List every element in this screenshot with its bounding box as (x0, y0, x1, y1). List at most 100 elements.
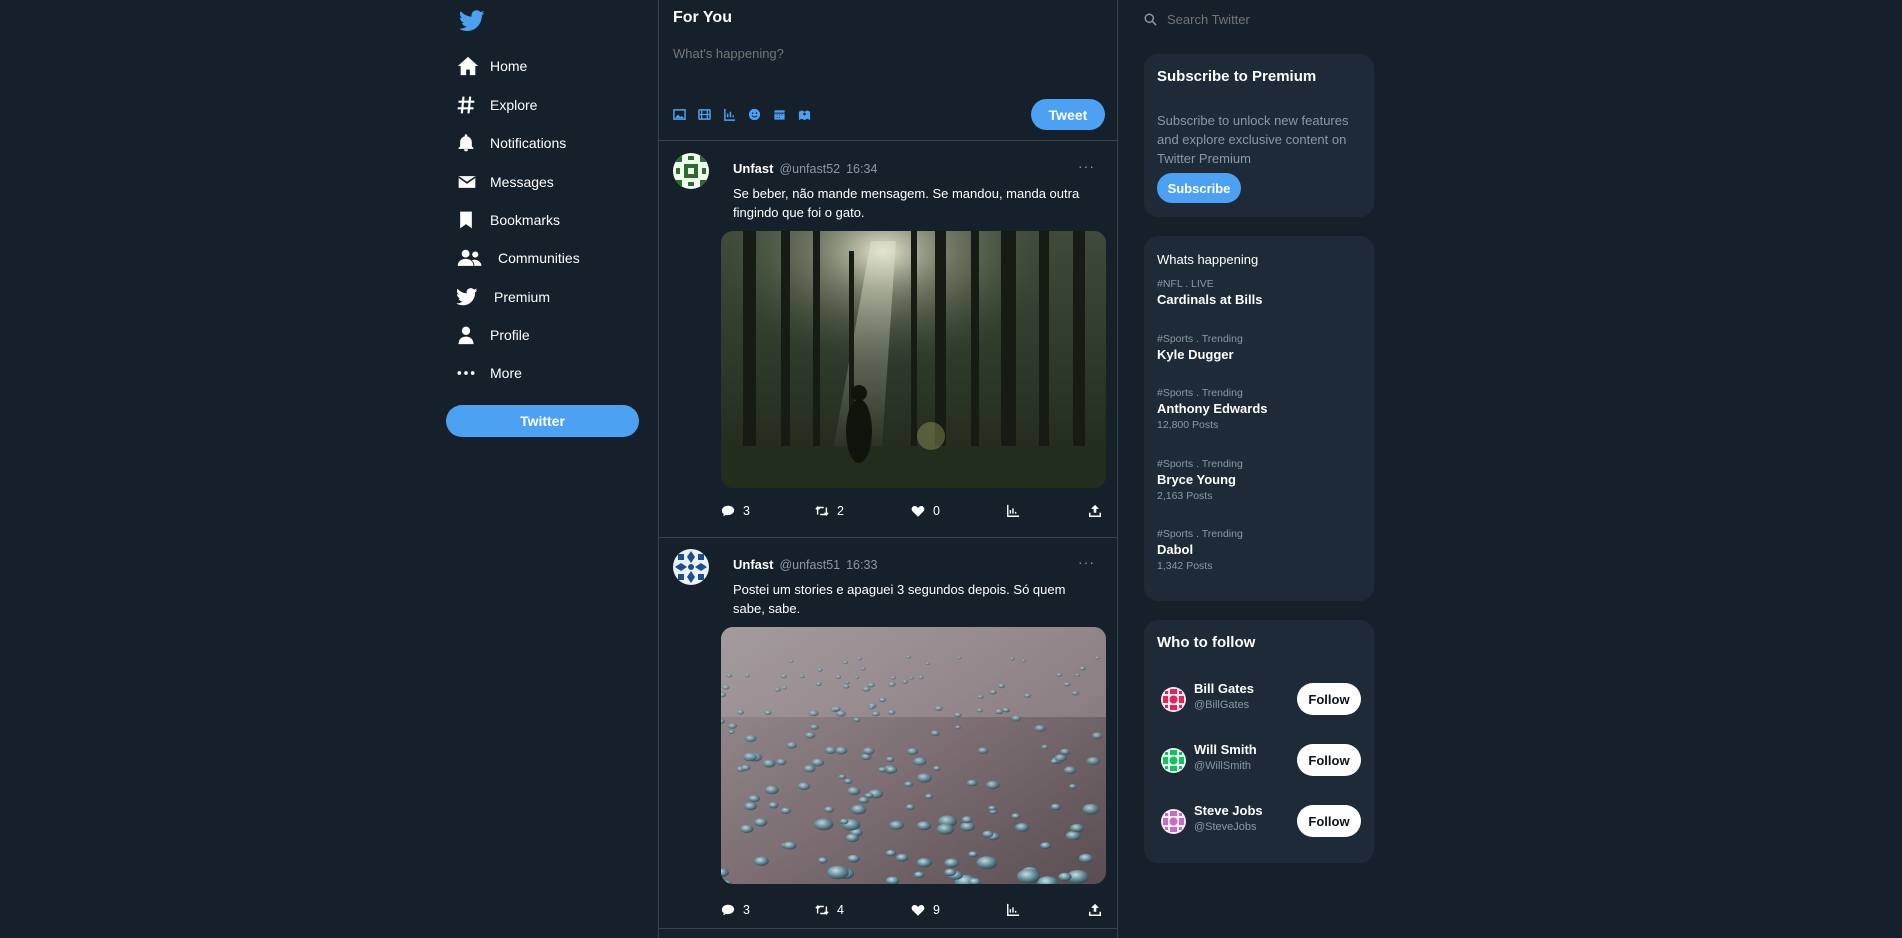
analytics-button[interactable] (1006, 504, 1020, 518)
water-droplets-photo[interactable] (721, 627, 1106, 884)
tweet-more-button[interactable]: ··· (1078, 554, 1095, 570)
retweet-button[interactable]: 4 (815, 903, 844, 917)
trend-item[interactable]: #Sports . Trending Kyle Dugger (1157, 333, 1243, 362)
tweet-button[interactable]: Tweet (1031, 99, 1105, 130)
follow-button[interactable]: Follow (1297, 683, 1361, 715)
reply-button[interactable]: 3 (721, 903, 750, 917)
emoji-icon[interactable] (748, 108, 761, 121)
twitter-logo-icon[interactable] (459, 10, 485, 32)
trend-category: #NFL . LIVE (1157, 278, 1214, 290)
share-button[interactable] (1088, 504, 1102, 518)
nav-messages-label: Messages (490, 174, 554, 190)
twitter-post-button[interactable]: Twitter (446, 405, 639, 437)
analytics-icon (1007, 903, 1020, 916)
trend-item[interactable]: #Sports . Trending Bryce Young 2,163 Pos… (1157, 458, 1243, 502)
tweet-card[interactable]: Unfast @unfast52 16:34 ··· Se beber, não… (659, 141, 1117, 538)
trend-category: #Sports . Trending (1157, 387, 1243, 399)
follow-suggestion: Steve Jobs @SteveJobs Follow (1161, 803, 1361, 839)
nav-messages[interactable]: Messages (456, 167, 554, 197)
trend-item[interactable]: #Sports . Trending Dabol 1,342 Posts (1157, 528, 1243, 572)
retweet-count: 2 (837, 504, 844, 518)
follow-suggestion: Will Smith @WillSmith Follow (1161, 742, 1361, 778)
tweet-avatar[interactable] (673, 549, 709, 585)
tweet-text: Se beber, não mande mensagem. Se mandou,… (733, 186, 1080, 220)
follow-button[interactable]: Follow (1297, 744, 1361, 776)
tweet-avatar[interactable] (673, 153, 709, 189)
page-title: For You (673, 9, 732, 26)
bookmark-icon (456, 208, 482, 232)
reply-icon (721, 505, 735, 517)
follow-name[interactable]: Steve Jobs (1194, 803, 1263, 818)
home-icon (456, 54, 482, 78)
reply-button[interactable]: 3 (721, 504, 750, 518)
reply-count: 3 (743, 504, 750, 518)
tweet-more-button[interactable]: ··· (1078, 158, 1095, 174)
gif-icon[interactable] (698, 108, 711, 121)
trend-name: Cardinals at Bills (1157, 292, 1263, 307)
ellipsis-icon (456, 361, 482, 385)
subscribe-button[interactable]: Subscribe (1157, 173, 1241, 203)
nav-explore[interactable]: Explore (456, 90, 537, 120)
nav-notifications[interactable]: Notifications (456, 128, 566, 158)
reply-icon (721, 904, 735, 916)
nav-home-label: Home (490, 58, 528, 74)
trend-post-count: 2,163 Posts (1157, 490, 1213, 502)
avatar[interactable] (1161, 748, 1186, 773)
left-sidebar: Home Explore Notifications Messages Book… (446, 0, 658, 938)
tweet-card[interactable]: Unfast @unfast51 16:33 ··· Postei um sto… (659, 538, 1117, 938)
schedule-icon[interactable] (773, 108, 786, 121)
nav-communities[interactable]: Communities (456, 243, 580, 273)
like-count: 9 (933, 903, 940, 917)
retweet-icon (815, 904, 829, 916)
tweet-actions: 3 4 9 (721, 903, 1106, 921)
hashtag-icon (456, 93, 482, 117)
nav-explore-label: Explore (490, 97, 538, 113)
trend-item[interactable]: #NFL . LIVE Cardinals at Bills (1157, 278, 1262, 307)
trend-name: Bryce Young (1157, 472, 1236, 487)
tweet-author-name[interactable]: Unfast (733, 161, 773, 176)
avatar[interactable] (1161, 687, 1186, 712)
share-icon (1088, 903, 1102, 917)
nav-premium[interactable]: Premium (456, 282, 550, 312)
search-icon (1144, 12, 1157, 26)
poll-icon[interactable] (723, 108, 736, 121)
avatar[interactable] (1161, 809, 1186, 834)
compose-toolbar (673, 108, 811, 121)
trend-name: Anthony Edwards (1157, 401, 1268, 416)
premium-description: Subscribe to unlock new features and exp… (1157, 113, 1349, 166)
search-input[interactable] (1167, 11, 1337, 27)
follow-button[interactable]: Follow (1297, 805, 1361, 837)
follow-name[interactable]: Will Smith (1194, 742, 1257, 757)
image-icon[interactable] (673, 108, 686, 121)
nav-home[interactable]: Home (456, 51, 527, 81)
nav-communities-label: Communities (498, 250, 580, 266)
tweet-author-handle[interactable]: @unfast51 (779, 558, 840, 572)
heart-icon (911, 506, 925, 517)
like-button[interactable]: 0 (911, 504, 940, 518)
search-bar[interactable] (1144, 10, 1344, 28)
nav-profile[interactable]: Profile (456, 320, 530, 350)
retweet-button[interactable]: 2 (815, 504, 844, 518)
trends-title: Whats happening (1157, 252, 1259, 267)
share-button[interactable] (1088, 903, 1102, 917)
location-icon[interactable] (798, 108, 811, 121)
follow-name[interactable]: Bill Gates (1194, 681, 1254, 696)
follow-handle: @BillGates (1194, 699, 1250, 711)
nav-more-label: More (490, 365, 522, 381)
analytics-button[interactable] (1006, 903, 1020, 917)
tweet-text: Postei um stories e apaguei 3 segundos d… (733, 582, 1066, 616)
trend-name: Kyle Dugger (1157, 347, 1234, 362)
compose-input[interactable] (673, 46, 1093, 61)
nav-bookmarks[interactable]: Bookmarks (456, 205, 560, 235)
tweet-author-handle[interactable]: @unfast52 (779, 162, 840, 176)
like-count: 0 (933, 504, 940, 518)
who-to-follow-title: Who to follow (1157, 634, 1256, 651)
tweet-timestamp: 16:33 (846, 558, 878, 572)
user-icon (456, 323, 482, 347)
trend-item[interactable]: #Sports . Trending Anthony Edwards 12,80… (1157, 387, 1268, 431)
like-button[interactable]: 9 (911, 903, 940, 917)
nav-premium-label: Premium (494, 289, 551, 305)
forest-photo[interactable] (721, 231, 1106, 488)
nav-more[interactable]: More (456, 358, 522, 388)
tweet-author-name[interactable]: Unfast (733, 557, 773, 572)
